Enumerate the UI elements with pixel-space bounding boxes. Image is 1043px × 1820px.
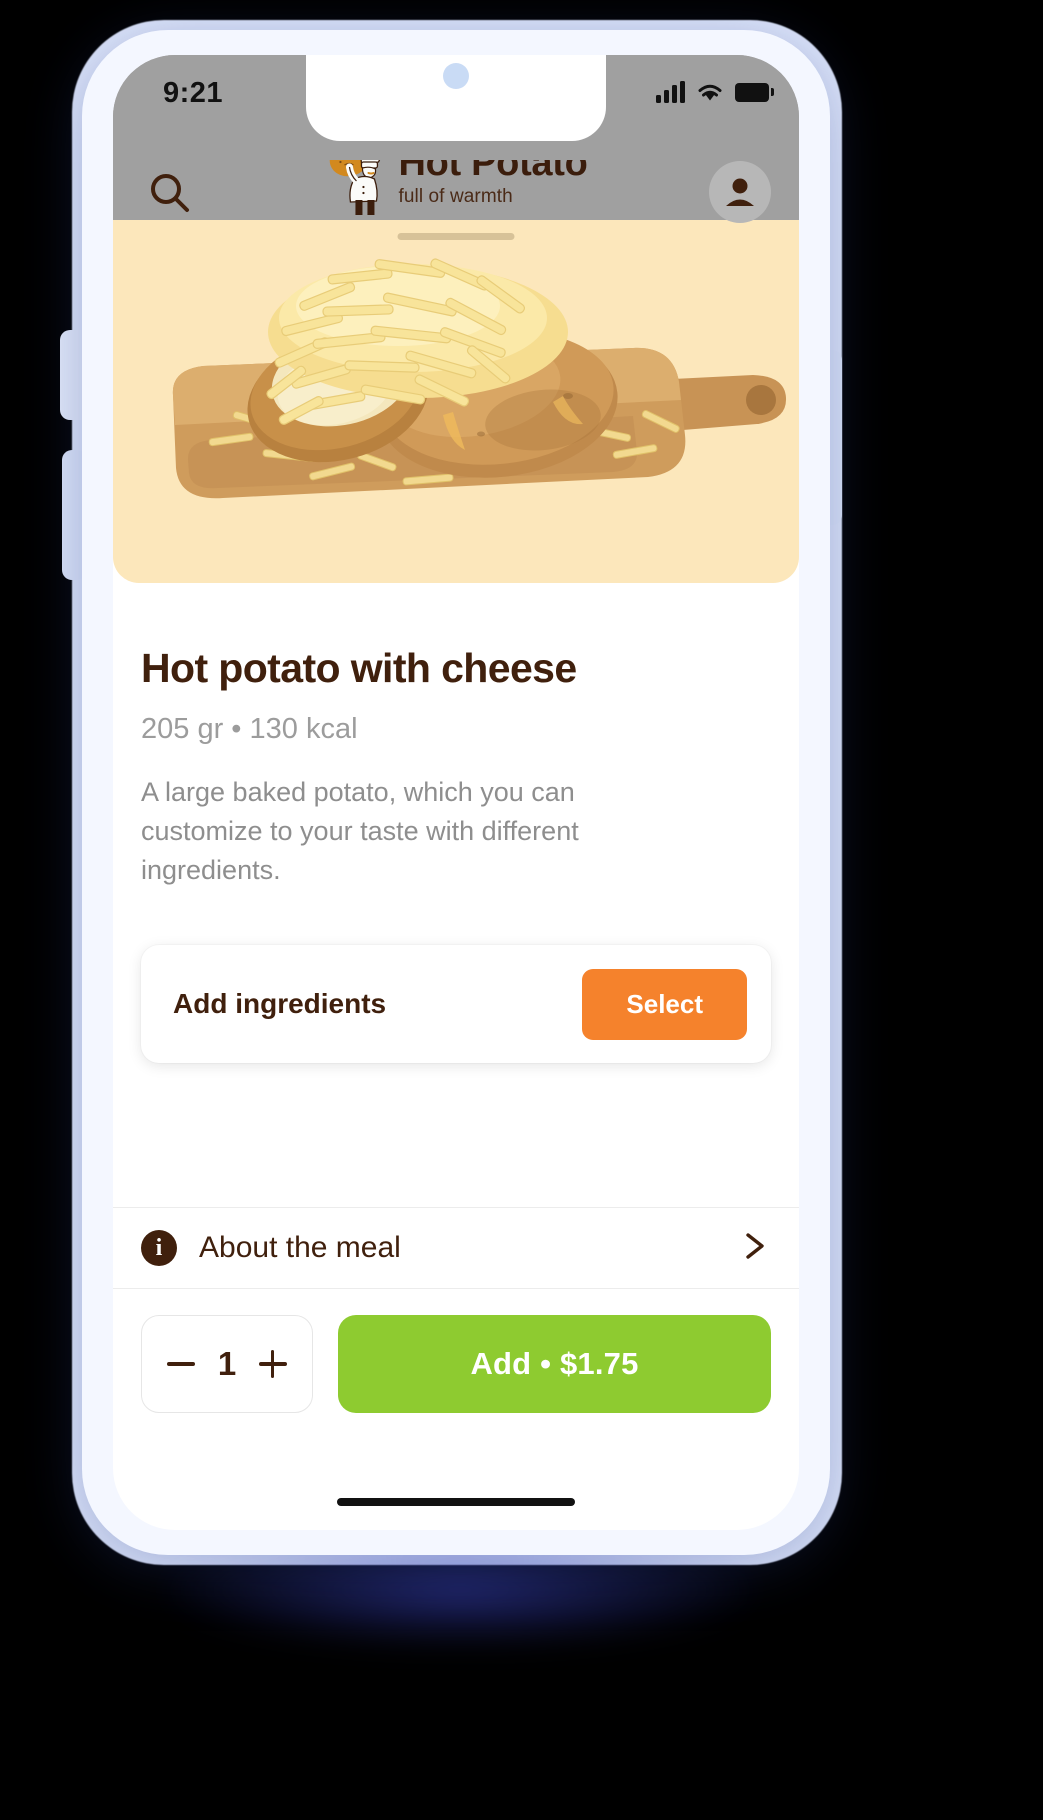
battery-full-icon xyxy=(735,82,774,102)
chevron-right-icon xyxy=(737,1229,771,1268)
profile-avatar-button[interactable] xyxy=(709,161,771,223)
product-hero-image xyxy=(113,220,799,583)
quantity-value: 1 xyxy=(217,1345,237,1382)
select-ingredients-button[interactable]: Select xyxy=(582,968,747,1040)
status-indicators xyxy=(656,81,774,103)
user-avatar-icon xyxy=(726,178,754,206)
product-details: Hot potato with cheese 205 gr • 130 kcal… xyxy=(113,583,799,1064)
bottom-action-bar: 1 Add • $1.75 xyxy=(113,1289,799,1439)
info-icon: i xyxy=(141,1230,177,1266)
home-indicator xyxy=(337,1498,575,1506)
screenshot-stage: 9:21 Hot Potato full of warmth Hot potat… xyxy=(0,0,1043,1820)
add-to-cart-button[interactable]: Add • $1.75 xyxy=(338,1315,771,1413)
product-description: A large baked potato, which you can cust… xyxy=(141,777,579,886)
decrement-quantity-button[interactable] xyxy=(164,1347,198,1381)
baked-potato-illustration xyxy=(172,258,787,499)
add-ingredients-label: Add ingredients xyxy=(173,988,387,1020)
front-camera-dot xyxy=(443,63,469,89)
wifi-icon xyxy=(698,84,722,101)
add-ingredients-card: Add ingredients Select xyxy=(141,945,771,1064)
phone-screen: 9:21 Hot Potato full of warmth Hot potat… xyxy=(113,55,799,1530)
increment-quantity-button[interactable] xyxy=(256,1347,290,1381)
page-title: Hot potato with cheese xyxy=(141,645,577,691)
status-bar: 9:21 xyxy=(113,55,799,160)
about-the-meal-label: About the meal xyxy=(199,1231,401,1264)
search-button[interactable] xyxy=(145,168,193,216)
search-icon xyxy=(151,174,189,212)
about-the-meal-row[interactable]: i About the meal xyxy=(113,1207,799,1289)
sheet-drag-handle[interactable] xyxy=(397,233,515,240)
cellular-signal-icon xyxy=(656,81,685,103)
quantity-stepper: 1 xyxy=(141,1315,313,1413)
brand-tagline: full of warmth xyxy=(398,185,513,207)
status-time: 9:21 xyxy=(163,77,224,109)
product-meta: 205 gr • 130 kcal xyxy=(141,713,358,745)
